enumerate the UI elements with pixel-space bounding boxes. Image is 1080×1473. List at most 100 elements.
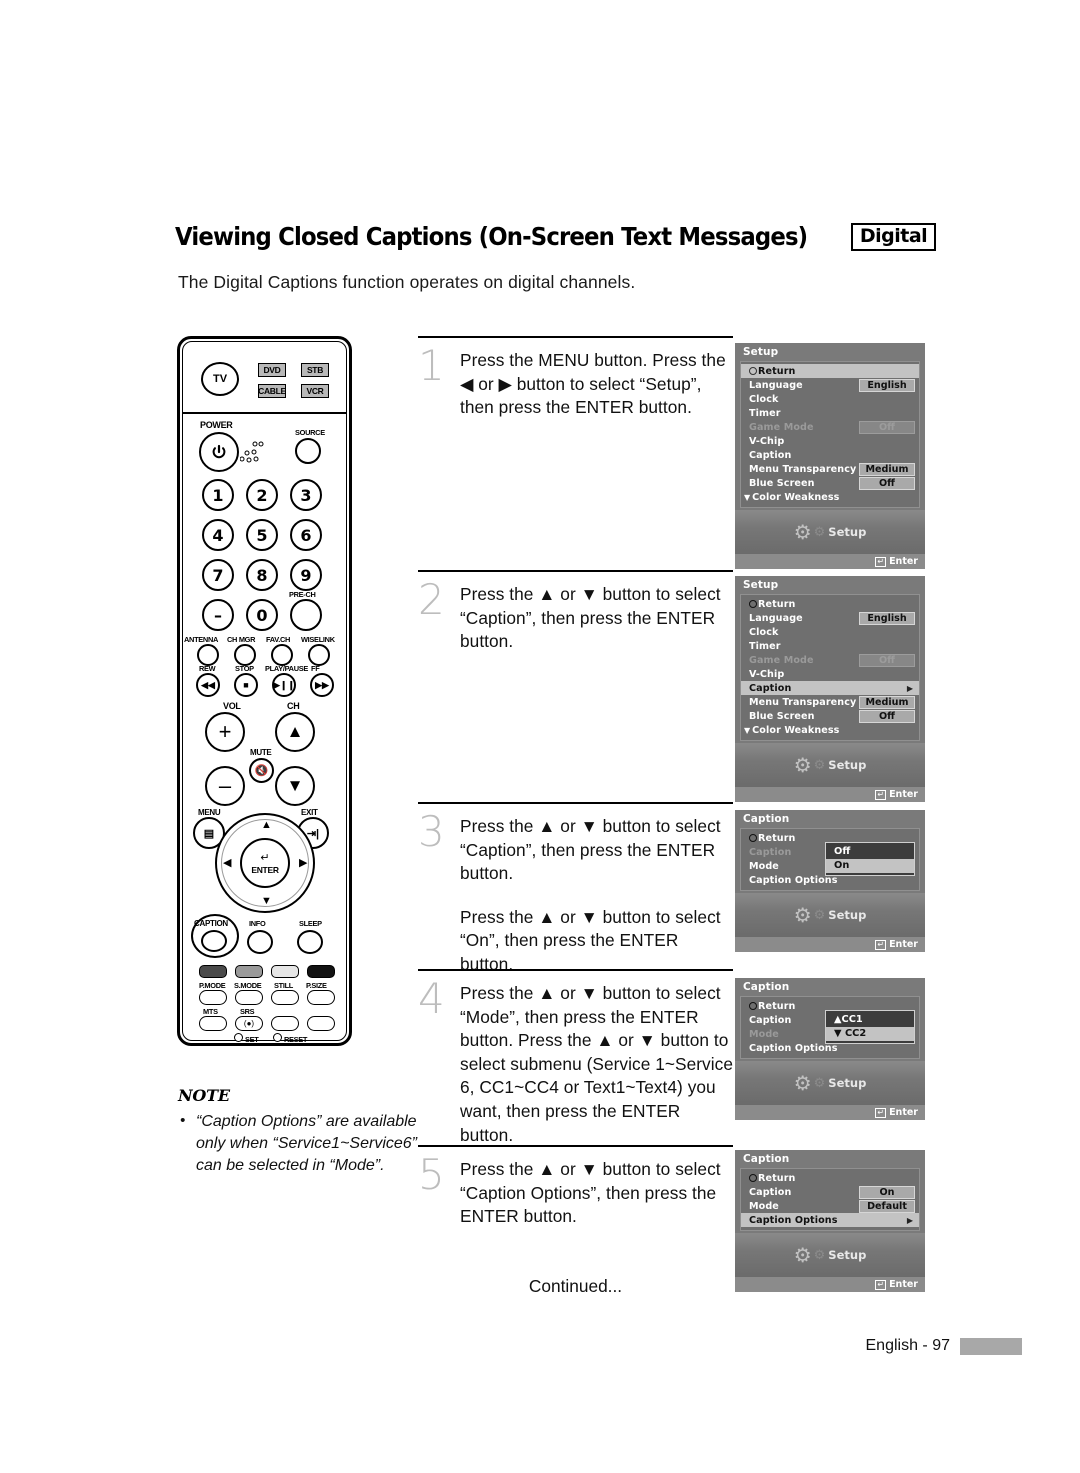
- remote-key-4[interactable]: 4: [202, 519, 234, 551]
- remote-favch-button[interactable]: [271, 644, 293, 666]
- osd-row-value[interactable]: Medium: [859, 462, 915, 476]
- osd-row-blue-screen[interactable]: Blue Screen Off: [741, 476, 919, 490]
- osd-row-return[interactable]: Return: [741, 364, 919, 378]
- osd-row-caption[interactable]: Caption: [741, 448, 919, 462]
- remote-key-9[interactable]: 9: [290, 559, 322, 591]
- dpad-up-icon[interactable]: ▲: [261, 820, 272, 831]
- dropdown-option-cc1[interactable]: ▲CC1: [826, 1013, 914, 1027]
- remote-playpause-button[interactable]: ▶❙❙: [272, 673, 296, 697]
- remote-chmgr-button[interactable]: [234, 644, 256, 666]
- remote-wiselink-button[interactable]: [308, 644, 330, 666]
- osd-row-timer[interactable]: Timer: [741, 639, 919, 653]
- remote-color-button-red[interactable]: [199, 965, 227, 978]
- remote-divider-top: [182, 412, 347, 414]
- remote-srs-button[interactable]: (●): [235, 1016, 263, 1031]
- remote-source-button[interactable]: [295, 438, 321, 464]
- osd-row-mode[interactable]: Mode Default: [741, 1199, 919, 1213]
- remote-tv-button[interactable]: TV: [201, 362, 239, 396]
- remote-still-button[interactable]: [271, 990, 299, 1005]
- dropdown-option-cc2[interactable]: ▼ CC2: [826, 1027, 914, 1041]
- osd-row-color-weakness[interactable]: ▼ Color Weakness: [741, 490, 919, 504]
- dpad-left-icon[interactable]: ◀: [223, 858, 231, 869]
- osd-row-value[interactable]: English: [859, 611, 915, 625]
- remote-color-button-blue[interactable]: [307, 965, 335, 978]
- osd-row-language[interactable]: Language English: [741, 378, 919, 392]
- remote-power-button[interactable]: [199, 432, 239, 472]
- osd-row-clock[interactable]: Clock: [741, 625, 919, 639]
- osd-row-language[interactable]: Language English: [741, 611, 919, 625]
- remote-blank-button-1[interactable]: [271, 1016, 299, 1031]
- remote-enter-button[interactable]: ↵ ENTER: [240, 838, 290, 888]
- remote-key-2[interactable]: 2: [246, 479, 278, 511]
- osd-dropdown-mode[interactable]: ▲CC1 ▼ CC2: [825, 1010, 915, 1044]
- osd-row-blue-screen[interactable]: Blue Screen Off: [741, 709, 919, 723]
- remote-sleep-button[interactable]: [297, 930, 323, 954]
- remote-key-6[interactable]: 6: [290, 519, 322, 551]
- osd-row-v-chip[interactable]: V-Chip: [741, 434, 919, 448]
- osd-row-menu-transparency[interactable]: Menu Transparency Medium: [741, 695, 919, 709]
- osd-row-caption-options[interactable]: Caption Options ▶: [741, 1213, 919, 1227]
- gear-icon: ⚙: [793, 753, 812, 777]
- remote-smode-button[interactable]: [235, 990, 263, 1005]
- remote-channel-up-button[interactable]: ▲: [275, 712, 315, 752]
- osd-row-menu-transparency[interactable]: Menu Transparency Medium: [741, 462, 919, 476]
- remote-info-button[interactable]: [247, 930, 273, 954]
- dropdown-option-on[interactable]: On: [826, 859, 914, 873]
- remote-volume-down-button[interactable]: –: [205, 766, 245, 806]
- remote-set-button[interactable]: [234, 1033, 243, 1042]
- remote-ff-button[interactable]: ▶▶: [310, 673, 334, 697]
- dpad-down-icon[interactable]: ▼: [261, 896, 272, 907]
- gear-icon: ⚙: [793, 1243, 812, 1267]
- remote-vcr-button[interactable]: VCR: [301, 384, 329, 398]
- osd-row-v-chip[interactable]: V-Chip: [741, 667, 919, 681]
- remote-stop-button[interactable]: ■: [234, 673, 258, 697]
- dpad-right-icon[interactable]: ▶: [299, 858, 307, 869]
- osd-row-value[interactable]: Default: [859, 1199, 915, 1213]
- gear-icon: ⚙: [793, 903, 812, 927]
- remote-dvd-button[interactable]: DVD: [258, 363, 286, 377]
- osd-row-caption[interactable]: Caption ▶: [741, 681, 919, 695]
- osd-row-caption[interactable]: Caption On: [741, 1185, 919, 1199]
- page-title: Viewing Closed Captions (On-Screen Text …: [175, 222, 808, 251]
- remote-channel-down-button[interactable]: ▼: [275, 766, 315, 806]
- remote-key-3[interactable]: 3: [290, 479, 322, 511]
- osd-row-value[interactable]: Off: [859, 476, 915, 490]
- remote-key-7[interactable]: 7: [202, 559, 234, 591]
- remote-key-3-label: 3: [300, 485, 312, 505]
- remote-color-button-yellow[interactable]: [271, 965, 299, 978]
- remote-prech-button[interactable]: [290, 599, 322, 631]
- remote-mute-button[interactable]: 🔇: [249, 758, 274, 783]
- remote-key-dash[interactable]: –: [202, 599, 234, 631]
- remote-color-button-green[interactable]: [235, 965, 263, 978]
- osd-row-value[interactable]: On: [859, 1185, 915, 1199]
- osd-dropdown-caption[interactable]: Off On: [825, 842, 915, 876]
- osd-row-value[interactable]: Off: [859, 709, 915, 723]
- osd-row-value[interactable]: Medium: [859, 695, 915, 709]
- remote-mts-button[interactable]: [199, 1016, 227, 1031]
- osd-row-value[interactable]: English: [859, 378, 915, 392]
- remote-key-5[interactable]: 5: [246, 519, 278, 551]
- remote-pmode-button[interactable]: [199, 990, 227, 1005]
- remote-psize-button[interactable]: [307, 990, 335, 1005]
- remote-caption-button[interactable]: [201, 930, 227, 952]
- remote-volume-up-button[interactable]: +: [205, 712, 245, 752]
- remote-stb-button[interactable]: STB: [301, 363, 329, 377]
- remote-rew-button[interactable]: ◀◀: [196, 673, 220, 697]
- return-icon: [749, 367, 757, 375]
- osd-row-return[interactable]: Return: [741, 1171, 919, 1185]
- remote-cable-button[interactable]: CABLE: [258, 384, 286, 398]
- remote-antenna-button[interactable]: [197, 644, 219, 666]
- dropdown-option-off[interactable]: Off: [826, 845, 914, 859]
- osd-row-clock[interactable]: Clock: [741, 392, 919, 406]
- remote-reset-button[interactable]: [273, 1033, 282, 1042]
- osd-row-color-weakness[interactable]: ▼ Color Weakness: [741, 723, 919, 737]
- remote-key-1[interactable]: 1: [202, 479, 234, 511]
- remote-blank-button-2[interactable]: [307, 1016, 335, 1031]
- osd-footer-label: Setup: [828, 1248, 867, 1262]
- remote-key-0[interactable]: 0: [246, 599, 278, 631]
- osd-row-return[interactable]: Return: [741, 597, 919, 611]
- remote-key-8[interactable]: 8: [246, 559, 278, 591]
- osd-row-timer[interactable]: Timer: [741, 406, 919, 420]
- osd-row-label: Caption Options: [749, 1042, 838, 1054]
- remote-power-label: POWER: [200, 420, 233, 430]
